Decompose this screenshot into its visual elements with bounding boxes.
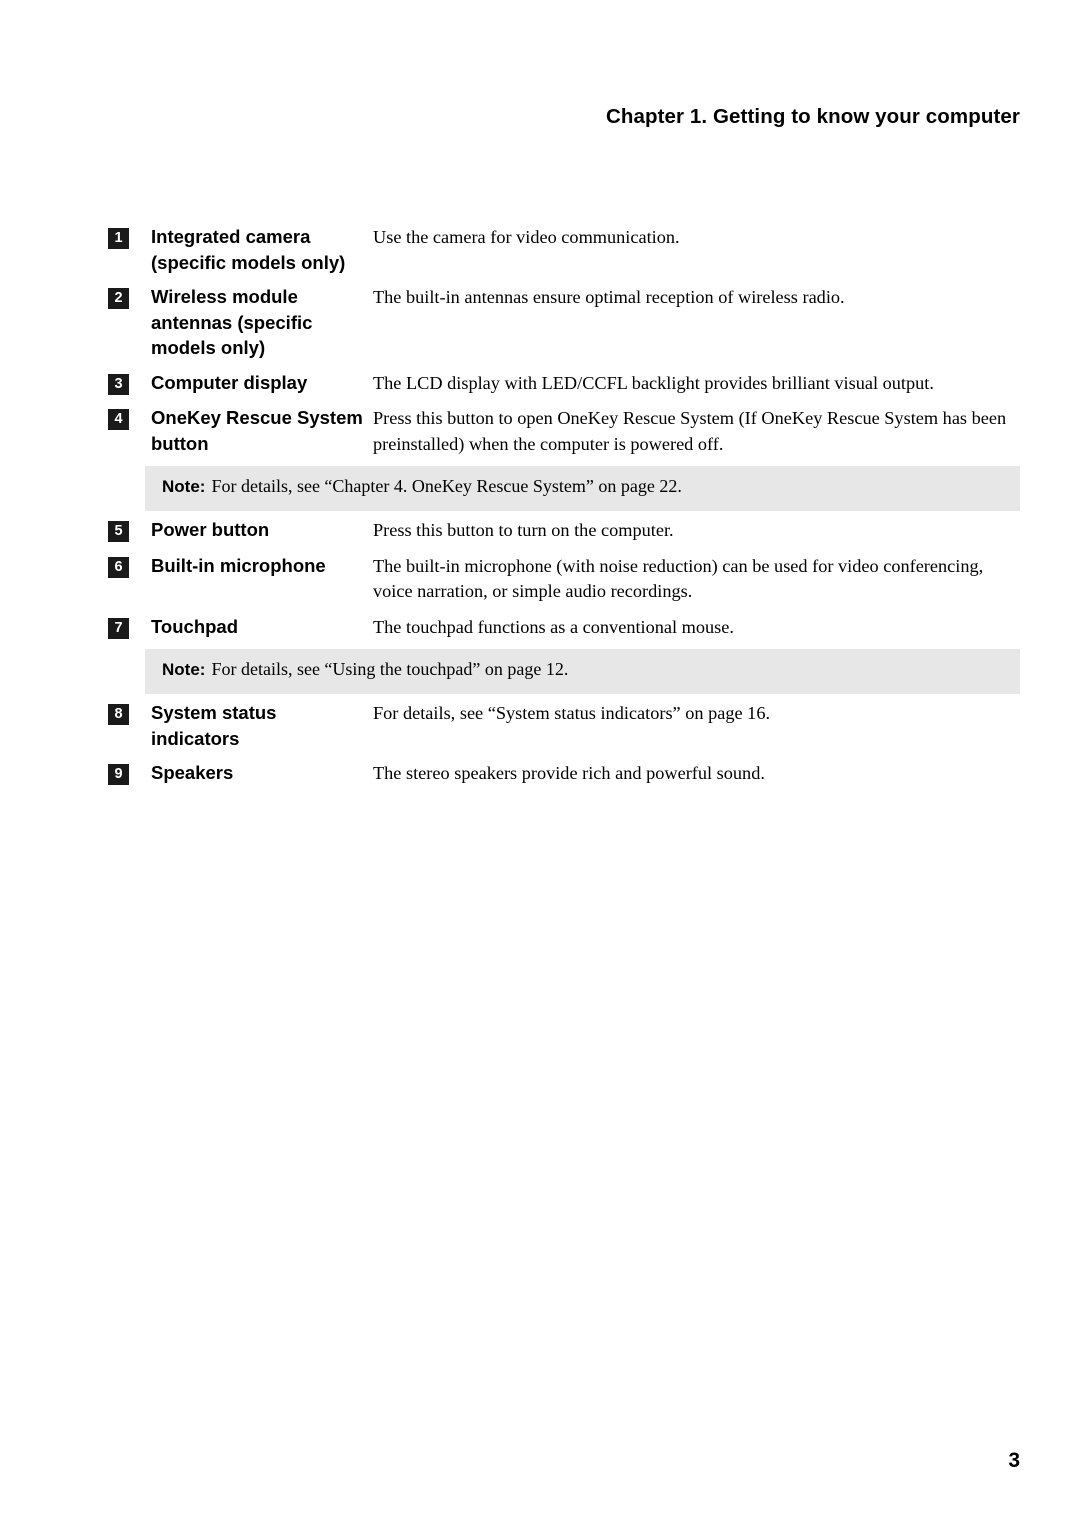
callout-badge-6: 6 xyxy=(108,556,129,578)
callout-badge-5: 5 xyxy=(108,521,129,542)
note-onekey-rescue: Note: For details, see “Chapter 4. OneKey… xyxy=(145,466,1020,511)
component-label: System status indicators xyxy=(151,702,277,749)
component-label: Speakers xyxy=(151,762,234,783)
specifications-table: 1 Integrated camera (specific models onl… xyxy=(108,224,1020,796)
component-label: Built-in microphone xyxy=(151,554,326,576)
table-row: 7 Touchpad The touchpad functions as a c… xyxy=(108,614,1020,641)
component-label: Computer display xyxy=(151,371,308,393)
callout-number-cell: 1 xyxy=(108,224,151,249)
callout-number-cell: 4 xyxy=(108,405,151,430)
table-row: 8 System status indicators For details, … xyxy=(108,700,1020,751)
callout-badge-9: 9 xyxy=(108,764,129,785)
component-description: Press this button to turn on the compute… xyxy=(373,520,674,540)
component-description: The stereo speakers provide rich and pow… xyxy=(373,763,765,783)
component-description: The LCD display with LED/CCFL backlight … xyxy=(373,372,934,393)
component-label: OneKey Rescue System button xyxy=(151,407,363,454)
component-description: The touchpad functions as a conventional… xyxy=(373,616,734,637)
callout-badge-8: 8 xyxy=(108,704,129,725)
callout-badge-7: 7 xyxy=(108,617,129,639)
note-label: Note: xyxy=(162,660,206,679)
component-description: The built-in microphone (with noise redu… xyxy=(373,555,984,602)
callout-number-cell: 3 xyxy=(108,370,151,395)
page-number: 3 xyxy=(1008,1449,1020,1472)
note-text: For details, see “Using the touchpad” on… xyxy=(211,659,569,679)
component-label: Wireless module antennas (specific model… xyxy=(151,286,313,358)
callout-number-cell: 6 xyxy=(108,553,151,578)
component-label: Power button xyxy=(151,519,270,540)
table-row: 2 Wireless module antennas (specific mod… xyxy=(108,284,1020,361)
note-touchpad: Note: For details, see “Using the touchpa… xyxy=(145,649,1020,694)
note-text: For details, see “Chapter 4. OneKey Resc… xyxy=(211,476,682,496)
table-row: 1 Integrated camera (specific models onl… xyxy=(108,224,1020,275)
component-label: Touchpad xyxy=(151,615,239,637)
component-description: Press this button to open OneKey Rescue … xyxy=(373,408,1007,454)
component-label: Integrated camera (specific models only) xyxy=(151,226,346,273)
component-description: Use the camera for video communication. xyxy=(373,227,680,247)
document-page: Chapter 1. Getting to know your computer… xyxy=(0,0,1080,1529)
table-row: 6 Built-in microphone The built-in micro… xyxy=(108,553,1020,605)
table-row: 4 OneKey Rescue System button Press this… xyxy=(108,405,1020,457)
component-description: For details, see “System status indicato… xyxy=(373,703,771,723)
callout-number-cell: 8 xyxy=(108,700,151,725)
callout-badge-3: 3 xyxy=(108,373,129,395)
callout-number-cell: 7 xyxy=(108,614,151,639)
callout-number-cell: 5 xyxy=(108,517,151,542)
callout-number-cell: 2 xyxy=(108,284,151,309)
table-row: 3 Computer display The LCD display with … xyxy=(108,370,1020,397)
callout-number-cell: 9 xyxy=(108,760,151,785)
component-description: The built-in antennas ensure optimal rec… xyxy=(373,287,845,307)
callout-badge-4: 4 xyxy=(108,409,129,430)
page-title: Chapter 1. Getting to know your computer xyxy=(605,105,1020,128)
callout-badge-1: 1 xyxy=(108,228,129,249)
table-row: 9 Speakers The stereo speakers provide r… xyxy=(108,760,1020,787)
callout-badge-2: 2 xyxy=(108,288,129,309)
note-label: Note: xyxy=(162,477,206,496)
table-row: 5 Power button Press this button to turn… xyxy=(108,517,1020,544)
